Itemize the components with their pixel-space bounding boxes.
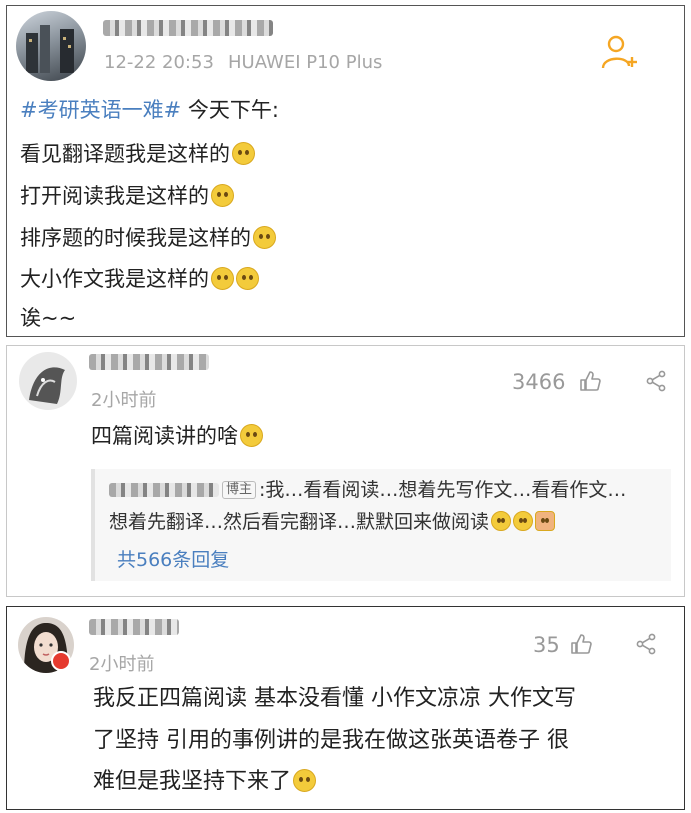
post-line-3-text: 打开阅读我是这样的 bbox=[20, 184, 209, 208]
comment2-like-count: 35 bbox=[533, 633, 560, 657]
comment2-line-3-text: 难但是我坚持下来了 bbox=[93, 769, 292, 794]
smile-emoji-icon bbox=[293, 769, 317, 792]
post-avatar[interactable] bbox=[16, 11, 86, 81]
dizzy-emoji-icon bbox=[232, 142, 255, 165]
post-username-redacted[interactable] bbox=[103, 20, 273, 36]
post-device: HUAWEI P10 Plus bbox=[228, 52, 383, 73]
comment2-time: 2小时前 bbox=[89, 654, 155, 675]
reply-line-1: 博主:我…看看阅读…想着先写作文…看看作文… bbox=[109, 477, 626, 503]
shocked-emoji-icon bbox=[253, 226, 276, 249]
add-user-icon[interactable] bbox=[600, 32, 640, 72]
smile-emoji-icon bbox=[491, 511, 512, 531]
smile-emoji-icon bbox=[211, 267, 234, 290]
author-badge: 博主 bbox=[222, 481, 257, 499]
share-icon[interactable] bbox=[635, 633, 657, 655]
comment2-line-3: 难但是我坚持下来了 bbox=[93, 763, 317, 801]
comment2-username-redacted[interactable] bbox=[89, 619, 179, 635]
glasses-emoji-icon bbox=[236, 267, 259, 290]
thumbs-up-icon[interactable] bbox=[579, 370, 601, 392]
post-line-2: 看见翻译题我是这样的 bbox=[20, 140, 255, 168]
thinking-emoji-icon bbox=[240, 424, 263, 447]
sweat-emoji-icon bbox=[535, 511, 556, 531]
post-line-2-text: 看见翻译题我是这样的 bbox=[20, 142, 230, 166]
post-line-4-text: 排序题的时候我是这样的 bbox=[20, 226, 251, 250]
post-line-4: 排序题的时候我是这样的 bbox=[20, 224, 276, 252]
reply-line-2: 想着先翻译…然后看完翻译…默默回来做阅读 bbox=[109, 509, 556, 535]
reply-text-2: 想着先翻译…然后看完翻译…默默回来做阅读 bbox=[109, 511, 490, 533]
post-line-5-text: 大小作文我是这样的 bbox=[20, 267, 209, 291]
comment2-line-1: 我反正四篇阅读 基本没看懂 小作文凉凉 大作文写 bbox=[93, 686, 576, 711]
confused-emoji-icon bbox=[211, 184, 234, 207]
reply-preview[interactable]: 博主:我…看看阅读…想着先写作文…看看作文… 想着先翻译…然后看完翻译…默默回来… bbox=[91, 469, 671, 581]
post-line-6: 诶~~ bbox=[20, 306, 77, 330]
weibo-post-card: 12-22 20:53 HUAWEI P10 Plus #考研英语一难# 今天下… bbox=[6, 5, 685, 337]
smile-emoji-icon bbox=[513, 511, 534, 531]
comment1-avatar[interactable] bbox=[19, 352, 77, 410]
share-icon[interactable] bbox=[645, 370, 667, 392]
reply-author-redacted[interactable] bbox=[109, 483, 219, 497]
post-line-5: 大小作文我是这样的 bbox=[20, 265, 259, 293]
comment-card-2: 2小时前 35 我反正四篇阅读 基本没看懂 小作文凉凉 大作文写 了坚持 引用的… bbox=[6, 606, 685, 810]
post-timestamp: 12-22 20:53 bbox=[104, 52, 214, 73]
post-line-1-text: 今天下午: bbox=[181, 98, 279, 122]
post-line-3: 打开阅读我是这样的 bbox=[20, 182, 234, 210]
comment-card-1: 2小时前 3466 四篇阅读讲的啥 博主:我…看看阅读…想着先写作文…看看作文…… bbox=[6, 345, 685, 597]
verified-badge-icon bbox=[51, 651, 71, 671]
comment2-line-2: 了坚持 引用的事例讲的是我在做这张英语卷子 很 bbox=[93, 728, 569, 753]
post-line-1: #考研英语一难# 今天下午: bbox=[20, 96, 279, 124]
comment1-like-count: 3466 bbox=[512, 370, 566, 394]
hashtag-link[interactable]: #考研英语一难# bbox=[20, 98, 181, 122]
reply-text-1: :我…看看阅读…想着先写作文…看看作文… bbox=[259, 479, 627, 501]
comment1-text-row: 四篇阅读讲的啥 bbox=[91, 422, 263, 450]
comment1-username-redacted[interactable] bbox=[89, 354, 209, 370]
thumbs-up-icon[interactable] bbox=[570, 633, 592, 655]
comment1-text: 四篇阅读讲的啥 bbox=[91, 424, 238, 448]
view-replies-link[interactable]: 共566条回复 bbox=[117, 545, 229, 572]
comment1-time: 2小时前 bbox=[91, 390, 157, 411]
